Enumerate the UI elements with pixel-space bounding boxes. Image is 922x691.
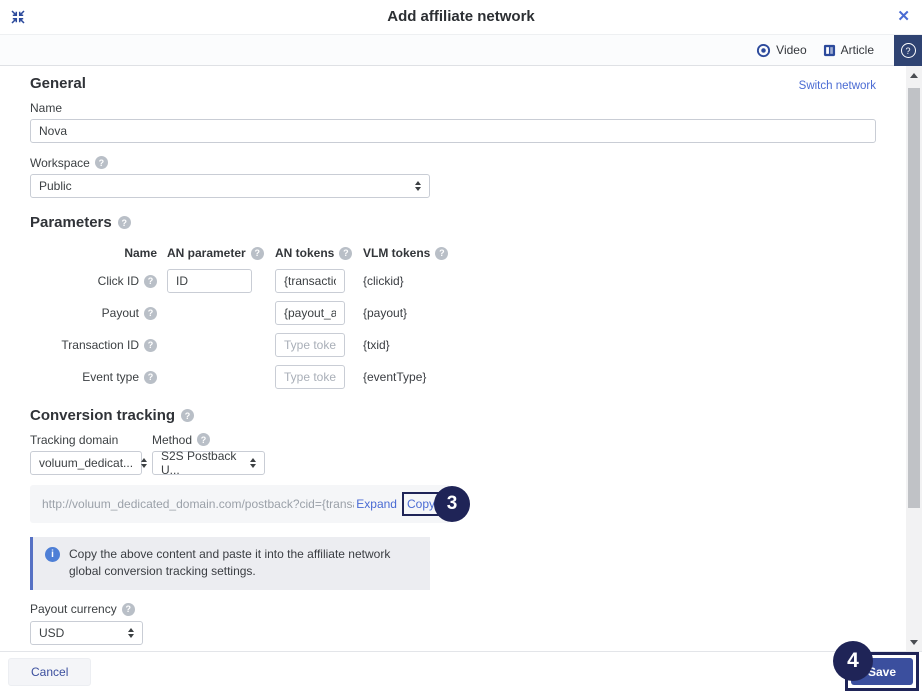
add-affiliate-network-dialog: Add affiliate network ✕ Video Article ? … bbox=[0, 0, 922, 691]
workspace-select[interactable]: Public bbox=[30, 174, 430, 198]
an-tokens-help-icon[interactable]: ? bbox=[339, 246, 353, 260]
video-link[interactable]: Video bbox=[756, 43, 807, 58]
annotation-save-highlight: 4 Save bbox=[833, 641, 919, 691]
row-label-event-type: Event type ? bbox=[30, 361, 157, 393]
vlm-tokens-help-icon[interactable]: ? bbox=[435, 246, 449, 260]
conversion-tracking-help-icon[interactable]: ? bbox=[181, 409, 195, 422]
info-box: i Copy the above content and paste it in… bbox=[30, 537, 430, 590]
article-label: Article bbox=[840, 43, 874, 57]
video-label: Video bbox=[776, 43, 807, 57]
transaction-id-help-icon[interactable]: ? bbox=[144, 338, 157, 352]
column-header-an-tokens: AN tokens ? bbox=[275, 241, 353, 265]
scrollbar[interactable] bbox=[906, 66, 922, 651]
parameters-heading: Parameters bbox=[30, 214, 112, 231]
payout-currency-label: Payout currency ? bbox=[30, 602, 876, 617]
scrollbar-up-icon[interactable] bbox=[906, 68, 922, 82]
cancel-button[interactable]: Cancel bbox=[8, 657, 92, 686]
row-label-click-id: Click ID ? bbox=[30, 265, 157, 297]
transaction-id-vlm-token: {txid} bbox=[363, 338, 390, 352]
conversion-tracking-heading: Conversion tracking bbox=[30, 407, 176, 424]
general-heading: General bbox=[30, 75, 86, 92]
article-link[interactable]: Article bbox=[823, 43, 874, 57]
help-circle-icon: ? bbox=[900, 43, 916, 58]
postback-url-box: http://voluum_dedicated_domain.com/postb… bbox=[30, 485, 470, 523]
tracking-domain-value: voluum_dedicat... bbox=[39, 456, 134, 470]
tracking-domain-select[interactable]: voluum_dedicat... bbox=[30, 451, 148, 475]
event-type-an-token-input[interactable] bbox=[275, 365, 345, 389]
toolbar: Video Article ? bbox=[0, 34, 922, 67]
parameters-table: Name AN parameter ? AN tokens ? VLM toke… bbox=[30, 241, 876, 393]
workspace-help-icon[interactable]: ? bbox=[94, 156, 108, 169]
stepper-icon bbox=[407, 181, 421, 191]
dialog-title: Add affiliate network bbox=[387, 8, 535, 25]
video-icon bbox=[756, 43, 771, 58]
scrollbar-thumb[interactable] bbox=[908, 88, 920, 508]
help-button[interactable]: ? bbox=[894, 34, 922, 67]
payout-currency-help-icon[interactable]: ? bbox=[121, 602, 135, 616]
method-value: S2S Postback U... bbox=[161, 449, 237, 477]
copy-link[interactable]: Copy bbox=[407, 497, 435, 511]
article-icon bbox=[823, 44, 836, 57]
payout-an-token-input[interactable] bbox=[275, 301, 345, 325]
annotation-step-4-badge: 4 bbox=[833, 641, 873, 681]
close-icon[interactable]: ✕ bbox=[897, 8, 910, 26]
info-text: Copy the above content and paste it into… bbox=[69, 547, 391, 579]
annotation-step-3-badge: 3 bbox=[434, 486, 470, 522]
method-select[interactable]: S2S Postback U... bbox=[152, 449, 265, 477]
name-input[interactable] bbox=[30, 119, 876, 143]
stepper-icon bbox=[120, 627, 134, 638]
dialog-content: General Switch network Name Workspace ? … bbox=[0, 66, 922, 651]
name-label: Name bbox=[30, 100, 63, 115]
postback-url-text: http://voluum_dedicated_domain.com/postb… bbox=[42, 497, 355, 511]
click-id-an-parameter-input[interactable] bbox=[167, 269, 252, 293]
parameters-help-icon[interactable]: ? bbox=[117, 216, 131, 229]
stepper-icon bbox=[133, 458, 148, 468]
payout-vlm-token: {payout} bbox=[363, 306, 408, 320]
expand-link[interactable]: Expand bbox=[356, 497, 397, 511]
method-help-icon[interactable]: ? bbox=[197, 433, 211, 446]
column-header-an-parameter: AN parameter ? bbox=[167, 241, 265, 265]
workspace-label: Workspace ? bbox=[30, 155, 876, 170]
an-parameter-help-icon[interactable]: ? bbox=[250, 246, 264, 260]
row-label-transaction-id: Transaction ID ? bbox=[30, 329, 157, 361]
click-id-an-token-input[interactable] bbox=[275, 269, 345, 293]
payout-currency-value: USD bbox=[39, 625, 65, 640]
transaction-id-an-token-input[interactable] bbox=[275, 333, 345, 357]
payout-currency-select[interactable]: USD bbox=[30, 620, 143, 645]
workspace-value: Public bbox=[39, 179, 72, 193]
method-label: Method ? bbox=[152, 432, 211, 447]
titlebar: Add affiliate network ✕ bbox=[0, 0, 922, 34]
stepper-icon bbox=[242, 458, 256, 468]
event-type-help-icon[interactable]: ? bbox=[144, 370, 157, 384]
info-icon: i bbox=[45, 547, 60, 562]
column-header-vlm-tokens: VLM tokens ? bbox=[363, 241, 876, 265]
switch-network-link[interactable]: Switch network bbox=[799, 80, 876, 92]
payout-help-icon[interactable]: ? bbox=[144, 306, 157, 320]
column-header-name: Name bbox=[124, 246, 157, 260]
row-label-payout: Payout ? bbox=[30, 297, 157, 329]
click-id-help-icon[interactable]: ? bbox=[144, 274, 157, 288]
click-id-vlm-token: {clickid} bbox=[363, 274, 404, 288]
scrollbar-down-icon[interactable] bbox=[906, 635, 922, 649]
tracking-domain-label: Tracking domain bbox=[30, 432, 119, 447]
dialog-footer: Cancel 4 Save bbox=[0, 641, 922, 691]
event-type-vlm-token: {eventType} bbox=[363, 370, 427, 384]
